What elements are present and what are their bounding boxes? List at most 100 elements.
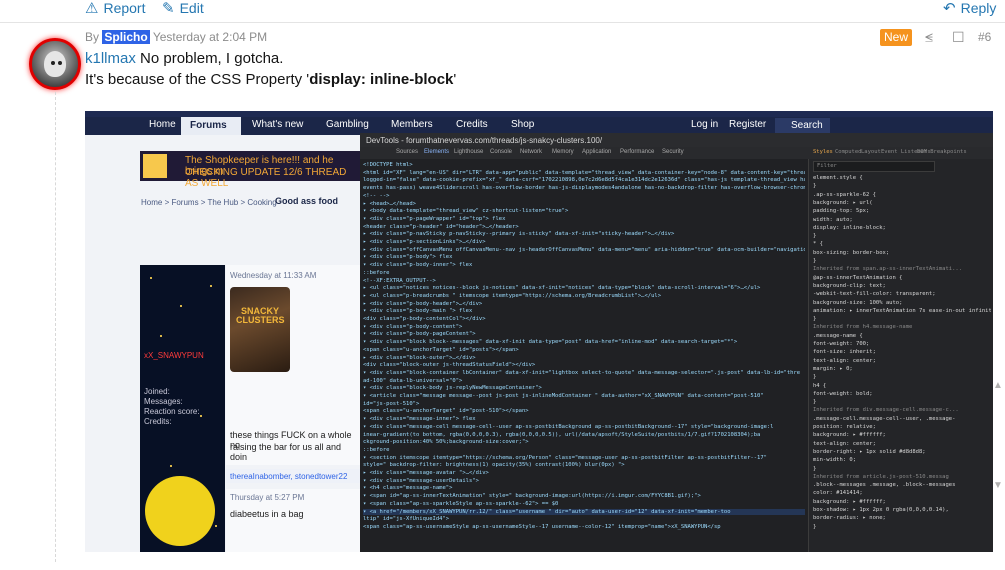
warning-icon: ⚠: [85, 0, 99, 17]
style-rule-line: border-radius: ▸ none;: [813, 515, 886, 522]
edit-label: Edit: [179, 0, 204, 16]
style-rule-line: .message-cell.message-cell--user, .messa…: [813, 415, 956, 422]
dom-line: <html id="XF" lang="en-US" dir="LTR" dat…: [363, 169, 805, 176]
message-line-2: It's because of the CSS Property 'displa…: [85, 71, 456, 88]
dom-line: ▾ <div class="block block--messages" dat…: [363, 339, 738, 346]
dom-line: ::before: [363, 446, 390, 453]
dom-line: ▾ <div class="p-body-content">: [363, 323, 463, 330]
style-rule-line: .ap-ss-sparkle-62 {: [813, 191, 876, 198]
style-rule-line: Inherited from span.ap-ss-innerTextAnima…: [813, 266, 963, 273]
dom-line: ▾ <body data-template="thread_view" cz-s…: [363, 208, 569, 215]
style-rule-line: background-clip: text;: [813, 282, 886, 289]
style-rule-line: Inherited from article.js-post-510.messa…: [813, 473, 949, 480]
message-1-text-2: raising the bar for us all and doin: [230, 442, 342, 462]
sparkle: [215, 525, 217, 527]
devtools-tab-memory: Memory: [552, 149, 574, 155]
dom-line: <!DOCTYPE html>: [363, 162, 413, 168]
share-icon[interactable]: ⪬: [925, 29, 933, 46]
dom-line: ▾ <article class="message message--post …: [363, 393, 764, 399]
styles-tab: DOM Breakpoints: [917, 149, 967, 155]
style-rule-line: background: ▸ #ffffff;: [813, 498, 886, 505]
dom-line: ::before: [363, 269, 390, 276]
styles-tab: Computed: [835, 149, 862, 155]
thread-connector-line: [55, 92, 56, 562]
dom-line: ▾ <div class="message-cell message-cell-…: [363, 423, 774, 430]
dom-line: ▾ <div class="p-body"> flex: [363, 254, 453, 261]
devtools-tab-application: Application: [582, 149, 612, 155]
panel-field-messages: Messages:: [144, 397, 183, 406]
dom-line: ckground-position:40% 50%;background-siz…: [363, 439, 529, 446]
dom-line: ▾ <span id="ap-ss-innerTextAnimation" st…: [363, 493, 701, 500]
dom-line: id="js-post-510">: [363, 400, 420, 407]
elements-dom-tree: <!DOCTYPE html> <html id="XF" lang="en-US…: [360, 159, 808, 552]
author-link[interactable]: Splicho: [102, 30, 150, 44]
report-label: Report: [103, 0, 146, 16]
devtools-tab-performance: Performance: [620, 149, 655, 155]
dom-line: ▸ <head>…</head>: [363, 200, 416, 207]
message-line-2-suffix: ': [453, 71, 457, 88]
report-link[interactable]: ⚠ Report: [85, 0, 145, 16]
by-prefix: By: [85, 30, 100, 44]
post-byline: By Splicho Yesterday at 2:04 PM: [85, 30, 267, 44]
page-scroll-indicators[interactable]: ▲ ▼: [993, 380, 1003, 500]
nav-search: Search: [775, 118, 830, 133]
post-timestamp[interactable]: Yesterday at 2:04 PM: [153, 30, 267, 44]
devtools-tab-network: Network: [520, 149, 543, 155]
nav-login: Log in: [691, 119, 719, 130]
style-rule-line: background: ▸ #ffffff;: [813, 432, 886, 439]
style-rule-line: }: [813, 523, 817, 530]
nav-whats-new: What's new: [252, 119, 304, 130]
style-rule-line: border-right: ▸ 1px solid #d8d8d8;: [813, 448, 926, 455]
message-1: Wednesday at 11:33 AM SNACKY CLUSTERS th…: [226, 265, 360, 465]
style-rule-line: }: [813, 316, 817, 323]
edit-link[interactable]: ✎ Edit: [162, 0, 204, 16]
style-rule-line: }: [813, 374, 817, 381]
snack-bag-image: SNACKY CLUSTERS: [230, 287, 290, 372]
dom-line: <span class="ap-ss-usernameStyle ap-ss-u…: [363, 523, 721, 530]
dom-line: ▸ <div class="message-avatar ">…</div>: [363, 470, 489, 476]
post-number[interactable]: #6: [978, 30, 991, 44]
dom-line: ltip" id="js-XfUniqueId4">: [363, 516, 450, 523]
reply-link[interactable]: ↶ Reply: [943, 0, 996, 16]
avatar[interactable]: [29, 38, 81, 90]
styles-tab: Layout: [861, 149, 881, 155]
divider: [0, 22, 1005, 23]
dom-line: events has-pass) weave4Sliderscroll has-…: [363, 185, 805, 192]
style-rule-line: text-align: center;: [813, 440, 876, 447]
dom-line: ▾ <span class="ap-ss-sparkleStyle ap-ss-…: [363, 500, 559, 507]
message-line-2-prefix: It's because of the CSS Property ': [85, 71, 310, 88]
dom-line: ▾ <div class="block-container lbContaine…: [363, 369, 801, 376]
attached-screenshot[interactable]: Home Forums What's new Gambling Members …: [85, 111, 993, 552]
devtools-title: DevTools - forumthatnevervas.com/threads…: [366, 136, 603, 145]
nav-forums: Forums: [190, 120, 227, 131]
dom-line: inear-gradient(to bottom, rgba(0,0,0,0.3…: [363, 431, 761, 438]
sparkle: [210, 285, 212, 287]
style-rule-line: background: ▸ url(: [813, 199, 873, 206]
nav-home: Home: [149, 119, 176, 130]
dom-line: ▾ <div class="message-userDetails">: [363, 477, 479, 484]
panel-field-reaction: Reaction score:: [144, 407, 200, 416]
notice-line-2: CHECKING UPDATE 12/6 THREAD AS WELL: [185, 167, 347, 189]
message-line-2-bold: display: inline-block: [309, 71, 454, 88]
styles-filter-input: Filter: [813, 161, 935, 172]
style-rule-line: * {: [813, 241, 823, 248]
devtools-tab-console: Console: [490, 149, 513, 155]
dom-line: ▾ <div class="block-body js-replyNewMess…: [363, 385, 542, 392]
bookmark-icon[interactable]: ☐: [952, 29, 965, 46]
forum-breadcrumbs: Home > Forums > The Hub > Cooking: [141, 198, 277, 207]
style-rule-line: }: [813, 183, 817, 190]
style-rule-line: box-shadow: ▸ 1px 2px 0 rgba(0,0,0,0.14)…: [813, 507, 949, 513]
devtools-tab-sources: Sources: [396, 149, 419, 155]
avatar-mask-image: [145, 476, 215, 546]
nav-search-label: Search: [791, 120, 823, 131]
scroll-down-icon[interactable]: ▼: [993, 480, 1003, 491]
message-1-time: Wednesday at 11:33 AM: [230, 271, 317, 280]
style-rule-line: }: [813, 465, 817, 472]
nav-shop: Shop: [511, 119, 535, 130]
nav-members: Members: [391, 119, 433, 130]
mention-link[interactable]: k1llmax: [85, 50, 136, 67]
dom-line: <div class="p-body-contentCol"></div>: [363, 316, 486, 322]
style-rule-line: font-weight: 700;: [813, 341, 870, 347]
scroll-up-icon[interactable]: ▲: [993, 380, 1003, 391]
dom-line: ▾ <div class="p-pageWrapper" id="top"> f…: [363, 215, 506, 222]
